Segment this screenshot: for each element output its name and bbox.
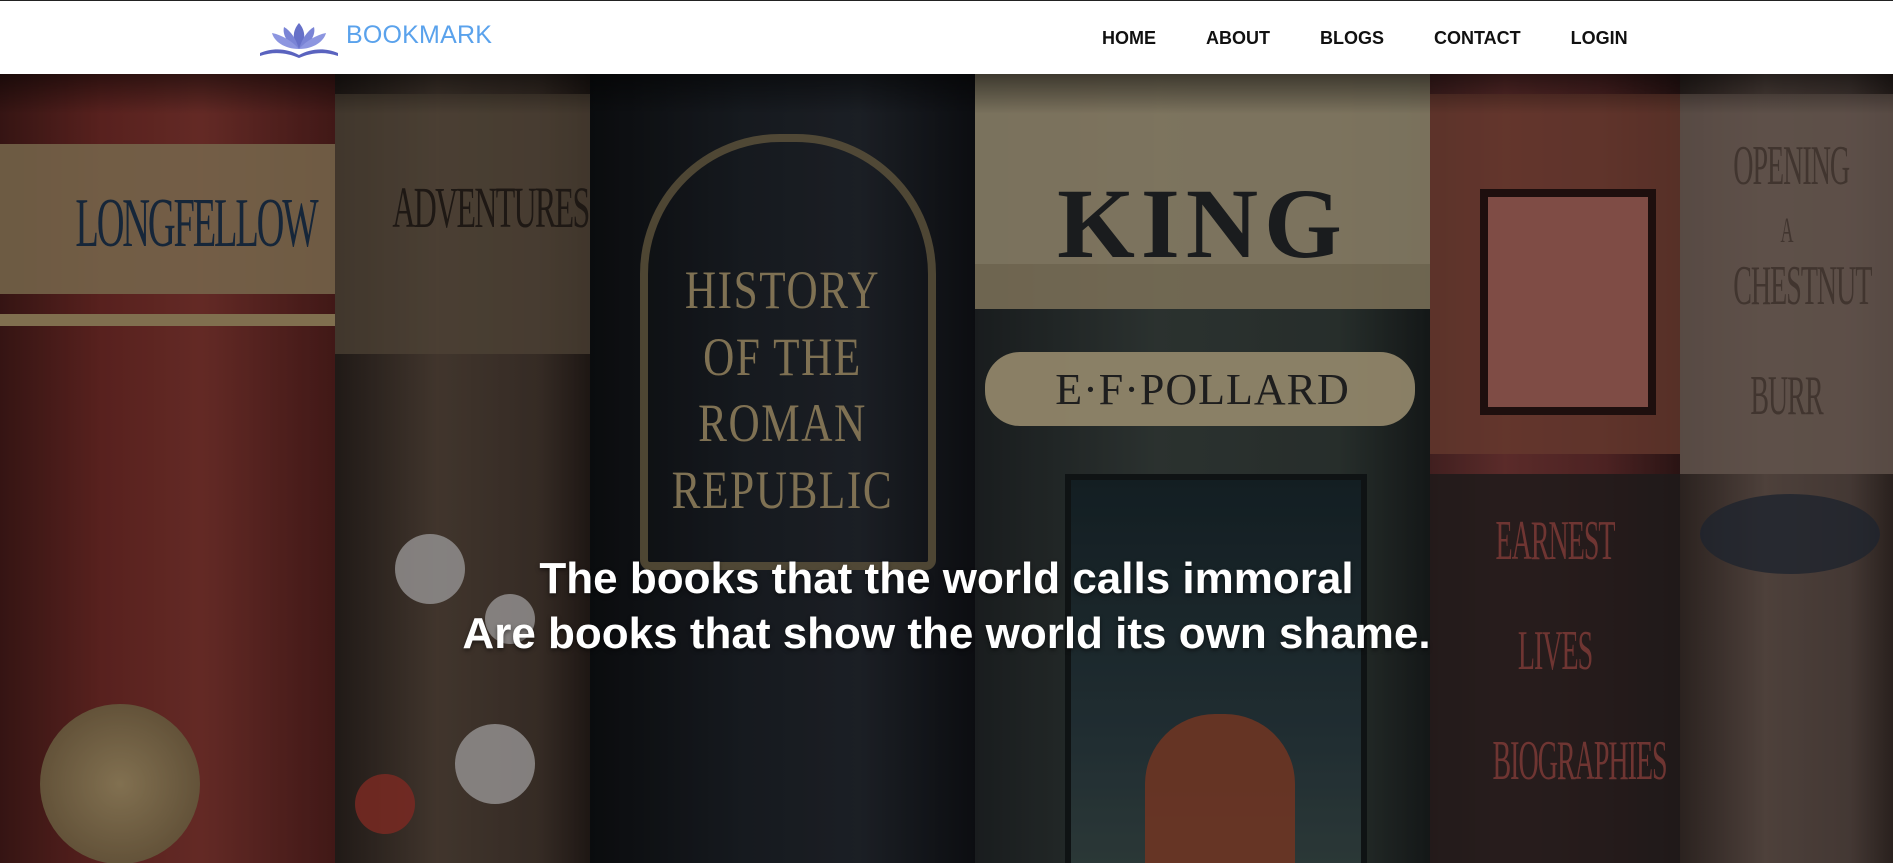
lotus-book-icon (260, 23, 338, 58)
nav-login[interactable]: LOGIN (1571, 28, 1628, 49)
hero-dark-overlay (0, 74, 1893, 863)
quote-line-2: Are books that show the world its own sh… (462, 609, 1431, 658)
hero-banner: LONGFELLOW ADVENTURES HISTORY OF THE ROM… (0, 74, 1893, 863)
nav-about[interactable]: ABOUT (1206, 28, 1270, 49)
quote-line-1: The books that the world calls immoral (539, 554, 1354, 603)
brand-name: BOOKMARK (346, 20, 493, 49)
brand[interactable]: BOOKMARK (258, 19, 492, 59)
nav-home[interactable]: HOME (1102, 28, 1156, 49)
main-nav: HOME ABOUT BLOGS CONTACT LOGIN (1102, 28, 1628, 49)
nav-contact[interactable]: CONTACT (1434, 28, 1521, 49)
navbar: BOOKMARK HOME ABOUT BLOGS CONTACT LOGIN (0, 0, 1893, 74)
hero-quote: The books that the world calls immoral A… (0, 551, 1893, 661)
nav-blogs[interactable]: BLOGS (1320, 28, 1384, 49)
